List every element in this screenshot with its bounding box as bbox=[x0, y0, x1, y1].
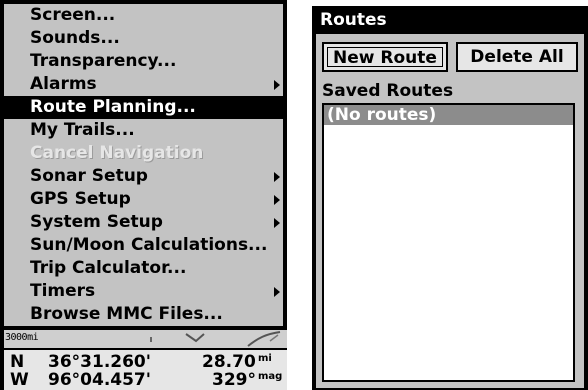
menu-item-label: Route Planning... bbox=[30, 97, 196, 117]
menu-item-cancel-navigation: Cancel Navigation bbox=[4, 142, 283, 165]
saved-routes-list[interactable]: (No routes) bbox=[322, 103, 575, 382]
latitude-direction: N bbox=[10, 352, 25, 372]
heading-value: 329° bbox=[212, 370, 256, 390]
main-menu-screen: Screen... Sounds... Transparency... Alarms R… bbox=[0, 0, 287, 390]
submenu-arrow-icon bbox=[274, 287, 280, 297]
no-routes-label: (No routes) bbox=[327, 105, 437, 125]
menu-item-route-planning[interactable]: Route Planning... bbox=[4, 96, 283, 119]
menu-item-label: Sonar Setup bbox=[30, 166, 148, 186]
menu-item-label: Trip Calculator... bbox=[30, 258, 187, 278]
menu-item-transparency[interactable]: Transparency... bbox=[4, 50, 283, 73]
new-route-focus-ring: New Route bbox=[327, 47, 443, 68]
latitude-value: 36°31.260' bbox=[48, 352, 151, 372]
routes-body: New Route Delete All Saved Routes (No ro… bbox=[316, 34, 584, 388]
saved-routes-label: Saved Routes bbox=[322, 81, 454, 101]
menu-item-my-trails[interactable]: My Trails... bbox=[4, 119, 283, 142]
routes-title: Routes bbox=[320, 10, 387, 30]
menu-item-gps-setup[interactable]: GPS Setup bbox=[4, 188, 283, 211]
heading-unit: mag bbox=[258, 371, 283, 382]
routes-title-bar: Routes bbox=[314, 8, 586, 34]
menu-item-label: Sun/Moon Calculations... bbox=[30, 235, 268, 255]
menu-item-sonar-setup[interactable]: Sonar Setup bbox=[4, 165, 283, 188]
routes-dialog: Routes New Route Delete All Saved Routes… bbox=[312, 6, 588, 390]
submenu-arrow-icon bbox=[274, 195, 280, 205]
menu-item-timers[interactable]: Timers bbox=[4, 280, 283, 303]
menu-item-label: Browse MMC Files... bbox=[30, 304, 223, 324]
position-status-panel: N 36°31.260' 28.70 mi W 96°04.457' 329° … bbox=[4, 350, 287, 390]
menu-item-label: GPS Setup bbox=[30, 189, 131, 209]
map-scale-label: 3000mi bbox=[5, 332, 39, 343]
map-strip: 3000mi bbox=[4, 330, 287, 348]
submenu-arrow-icon bbox=[274, 218, 280, 228]
menu-item-label: Timers bbox=[30, 281, 96, 301]
menu-item-label: Transparency... bbox=[30, 51, 177, 71]
new-route-button[interactable]: New Route bbox=[322, 42, 448, 72]
map-contour-lines bbox=[185, 331, 281, 347]
menu-item-screen[interactable]: Screen... bbox=[4, 4, 283, 27]
distance-unit: mi bbox=[258, 353, 272, 364]
menu-item-sounds[interactable]: Sounds... bbox=[4, 27, 283, 50]
menu-item-sun-moon-calculations[interactable]: Sun/Moon Calculations... bbox=[4, 234, 283, 257]
main-menu: Screen... Sounds... Transparency... Alarms R… bbox=[4, 4, 283, 326]
menu-item-label: Cancel Navigation bbox=[30, 143, 204, 163]
menu-item-trip-calculator[interactable]: Trip Calculator... bbox=[4, 257, 283, 280]
map-tick-mark bbox=[150, 337, 152, 342]
menu-item-label: System Setup bbox=[30, 212, 163, 232]
delete-all-button[interactable]: Delete All bbox=[456, 42, 578, 72]
menu-item-label: My Trails... bbox=[30, 120, 135, 140]
menu-item-alarms[interactable]: Alarms bbox=[4, 73, 283, 96]
longitude-value: 96°04.457' bbox=[48, 370, 151, 390]
menu-item-label: Sounds... bbox=[30, 28, 120, 48]
menu-item-label: Screen... bbox=[30, 5, 116, 25]
submenu-arrow-icon bbox=[274, 172, 280, 182]
delete-all-label: Delete All bbox=[470, 47, 564, 67]
menu-item-system-setup[interactable]: System Setup bbox=[4, 211, 283, 234]
menu-item-browse-mmc-files[interactable]: Browse MMC Files... bbox=[4, 303, 283, 326]
menu-item-label: Alarms bbox=[30, 74, 97, 94]
distance-value: 28.70 bbox=[202, 352, 256, 372]
list-item[interactable]: (No routes) bbox=[324, 105, 573, 125]
longitude-direction: W bbox=[10, 370, 29, 390]
new-route-label: New Route bbox=[333, 48, 437, 68]
submenu-arrow-icon bbox=[274, 80, 280, 90]
